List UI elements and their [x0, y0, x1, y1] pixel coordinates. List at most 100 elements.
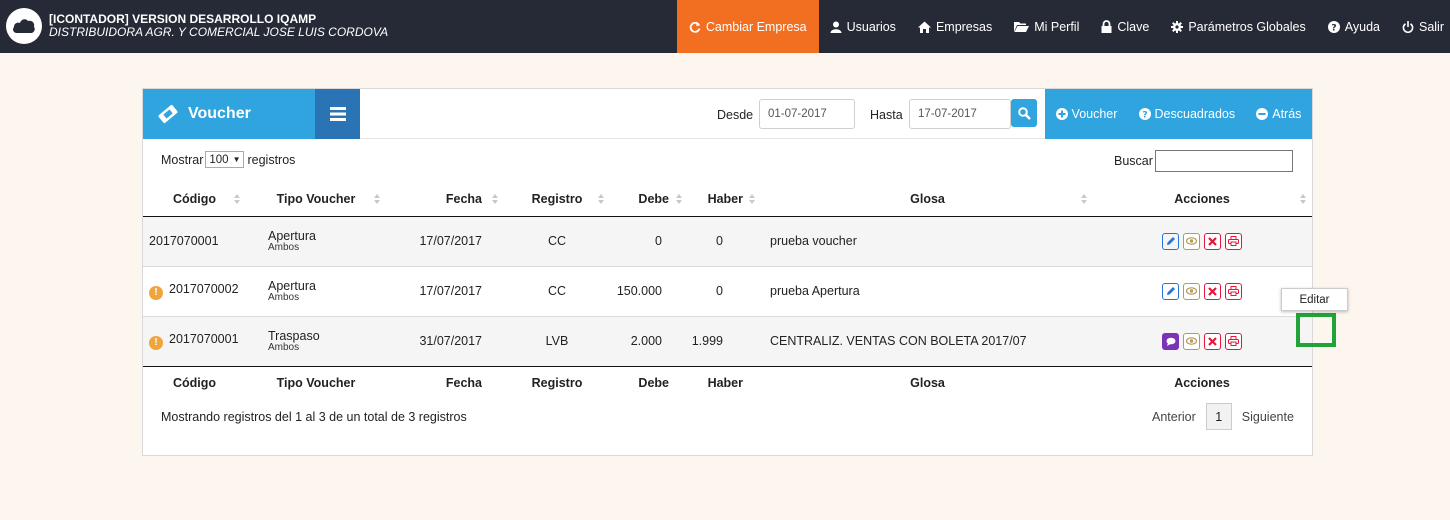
row-actions	[1092, 332, 1312, 350]
cell-codigo: ! 2017070002	[143, 265, 246, 316]
gear-icon	[1171, 20, 1184, 33]
exclamation-circle-icon: !	[149, 286, 163, 300]
col-header-glosa[interactable]: Glosa	[763, 182, 1092, 217]
unbalanced-button[interactable]: ? Descuadrados	[1138, 107, 1236, 121]
prev-page-button[interactable]: Anterior	[1152, 410, 1196, 424]
view-button[interactable]	[1183, 332, 1200, 350]
folder-open-icon	[1014, 21, 1030, 32]
nav-companies[interactable]: Empresas	[907, 0, 1003, 53]
from-date-input[interactable]: 01-07-2017	[759, 99, 855, 129]
question-circle-icon: ?	[1138, 108, 1151, 121]
nav-help-label: Ayuda	[1344, 19, 1380, 34]
new-voucher-label: Voucher	[1071, 107, 1118, 121]
footer-tipo: Tipo Voucher	[246, 365, 386, 400]
panel-title: Voucher	[143, 89, 315, 139]
question-circle-icon: ?	[1327, 20, 1340, 33]
comment-button[interactable]	[1162, 332, 1179, 350]
cell-haber: 0	[689, 215, 763, 266]
times-icon	[1208, 236, 1217, 246]
print-button[interactable]	[1225, 332, 1242, 350]
table-row: ! 2017070002 Apertura Ambos 17/07/2017 CC …	[143, 265, 1312, 316]
table-header-row: Código Tipo Voucher Fecha Registro Debe …	[143, 182, 1312, 217]
panel-title-label: Voucher	[188, 105, 251, 122]
nav-profile[interactable]: Mi Perfil	[1003, 0, 1090, 53]
cell-glosa: prueba Apertura	[763, 265, 1092, 316]
eye-icon	[1186, 337, 1197, 345]
eye-icon	[1186, 237, 1197, 245]
col-header-fecha[interactable]: Fecha	[386, 182, 504, 217]
nav-password[interactable]: Clave	[1090, 0, 1160, 53]
nav-global-params[interactable]: Parámetros Globales	[1160, 0, 1316, 53]
nav-password-label: Clave	[1117, 19, 1150, 34]
comment-icon	[1166, 337, 1175, 346]
edit-button[interactable]	[1162, 232, 1179, 250]
nav-logout[interactable]: Salir	[1391, 0, 1450, 53]
change-company-button[interactable]: Cambiar Empresa	[676, 0, 819, 53]
table-info: Mostrando registros del 1 al 3 de un tot…	[161, 410, 467, 424]
next-page-button[interactable]: Siguiente	[1242, 410, 1294, 424]
print-icon	[1228, 336, 1239, 346]
to-date-label: Hasta	[870, 108, 903, 122]
cell-glosa: CENTRALIZ. VENTAS CON BOLETA 2017/07	[763, 315, 1092, 366]
ticket-icon	[157, 104, 179, 124]
home-icon	[917, 21, 931, 33]
view-button[interactable]	[1183, 282, 1200, 300]
view-button[interactable]	[1183, 232, 1200, 250]
col-header-debe[interactable]: Debe	[610, 182, 689, 217]
nav-users[interactable]: Usuarios	[819, 0, 907, 53]
cell-fecha: 17/07/2017	[386, 215, 504, 266]
exclamation-circle-icon: !	[149, 336, 163, 350]
cell-haber: 0	[689, 265, 763, 316]
plus-circle-icon	[1055, 108, 1068, 120]
lock-icon	[1101, 20, 1112, 33]
col-header-registro[interactable]: Registro	[504, 182, 610, 217]
pagination: Anterior 1 Siguiente	[1152, 403, 1294, 430]
panel-actions: Voucher ? Descuadrados Atrás	[1045, 89, 1312, 139]
back-label: Atrás	[1272, 107, 1302, 121]
cloud-icon[interactable]	[6, 8, 42, 44]
svg-text:?: ?	[1142, 111, 1147, 121]
hamburger-icon	[329, 107, 346, 121]
col-header-codigo[interactable]: Código	[143, 182, 246, 217]
page-size-select[interactable]: 100 ▼	[205, 151, 245, 168]
footer-fecha: Fecha	[386, 365, 504, 400]
search-icon	[1017, 106, 1031, 120]
col-header-haber[interactable]: Haber	[689, 182, 763, 217]
to-date-input[interactable]: 17-07-2017	[909, 99, 1011, 129]
page-size-value: 100	[209, 153, 229, 166]
nav-help[interactable]: ? Ayuda	[1317, 0, 1391, 53]
pencil-icon	[1166, 287, 1175, 295]
page-size-control: Mostrar 100 ▼ registros	[161, 151, 295, 168]
delete-button[interactable]	[1204, 282, 1221, 300]
unbalanced-label: Descuadrados	[1154, 107, 1236, 121]
col-header-tipo[interactable]: Tipo Voucher	[246, 182, 386, 217]
eye-icon	[1186, 287, 1197, 295]
edit-button[interactable]	[1162, 282, 1179, 300]
search-button[interactable]	[1011, 99, 1037, 127]
footer-debe: Debe	[610, 365, 689, 400]
times-icon	[1208, 286, 1217, 296]
col-header-acciones[interactable]: Acciones	[1092, 182, 1312, 217]
search-input[interactable]	[1155, 150, 1293, 172]
page-1-button[interactable]: 1	[1205, 403, 1232, 430]
delete-button[interactable]	[1204, 332, 1221, 350]
records-label: registros	[247, 152, 296, 167]
cell-registro: LVB	[504, 315, 610, 366]
from-date-label: Desde	[717, 108, 754, 122]
print-icon	[1228, 286, 1239, 296]
cell-glosa: prueba voucher	[763, 215, 1092, 266]
menu-toggle-button[interactable]	[315, 89, 360, 139]
cell-debe: 2.000	[610, 315, 689, 366]
back-button[interactable]: Atrás	[1256, 107, 1301, 121]
delete-button[interactable]	[1204, 232, 1221, 250]
new-voucher-button[interactable]: Voucher	[1055, 107, 1118, 121]
cell-tipo: Apertura Ambos	[246, 265, 386, 316]
print-button[interactable]	[1225, 232, 1242, 250]
edit-tooltip: Editar	[1281, 288, 1348, 311]
print-button[interactable]	[1225, 282, 1242, 300]
refresh-icon	[689, 21, 701, 33]
top-navbar: [ICONTADOR] VERSION DESARROLLO IQAMP DIS…	[0, 0, 1450, 53]
table-row: 2017070001 Apertura Ambos 17/07/2017 CC 0…	[143, 215, 1312, 266]
cell-fecha: 31/07/2017	[386, 315, 504, 366]
cell-fecha: 17/07/2017	[386, 265, 504, 316]
